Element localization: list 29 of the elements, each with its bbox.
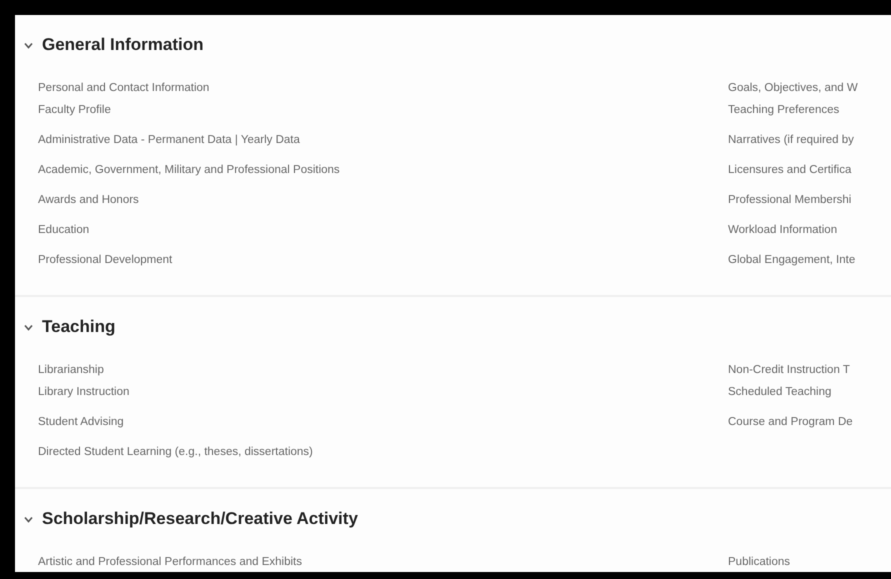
section-link[interactable]: Global Engagement, Inte [728,249,856,271]
section-link[interactable]: Student Advising [38,411,124,433]
section-link[interactable]: Education [38,219,90,241]
section-link[interactable]: Course and Program De [728,411,853,433]
section-link[interactable]: Faculty Profile [38,99,111,121]
chevron-icon[interactable] [24,516,33,522]
section-link[interactable]: Academic, Government, Military and Professional Positions [38,159,340,181]
chevron-icon[interactable] [24,42,33,48]
section-link[interactable]: Professional Development [38,249,172,271]
section-link[interactable]: Workload Information [728,219,838,241]
section-link[interactable]: Narratives (if required by [728,129,854,151]
chevron-icon[interactable] [24,324,33,330]
section-link[interactable]: Teaching Preferences [728,99,840,121]
section-heading[interactable]: General Information [42,35,204,55]
section-link[interactable]: Librarianship [38,359,104,381]
section-link[interactable]: Awards and Honors [38,189,139,211]
section-link[interactable]: Directed Student Learning (e.g., theses, dissertations) [38,441,313,463]
section-link[interactable]: Scheduled Teaching [728,381,832,403]
section-heading[interactable]: Teaching [42,317,116,337]
section-link[interactable]: Artistic and Professional Performances and Exhibits [38,551,302,572]
section-link[interactable]: Professional Membershi [728,189,852,211]
section-heading[interactable]: Scholarship/Research/Creative Activity [42,509,358,529]
section-link[interactable]: Non-Credit Instruction T [728,359,850,381]
section-link[interactable]: Library Instruction [38,381,130,403]
section-link[interactable]: Goals, Objectives, and W [728,77,858,99]
section-link[interactable]: Publications [728,551,790,572]
section-link[interactable]: Personal and Contact Information [38,77,210,99]
section-link[interactable]: Licensures and Certifica [728,159,852,181]
section-link[interactable]: Administrative Data - Permanent Data | Yearly Data [38,129,300,151]
